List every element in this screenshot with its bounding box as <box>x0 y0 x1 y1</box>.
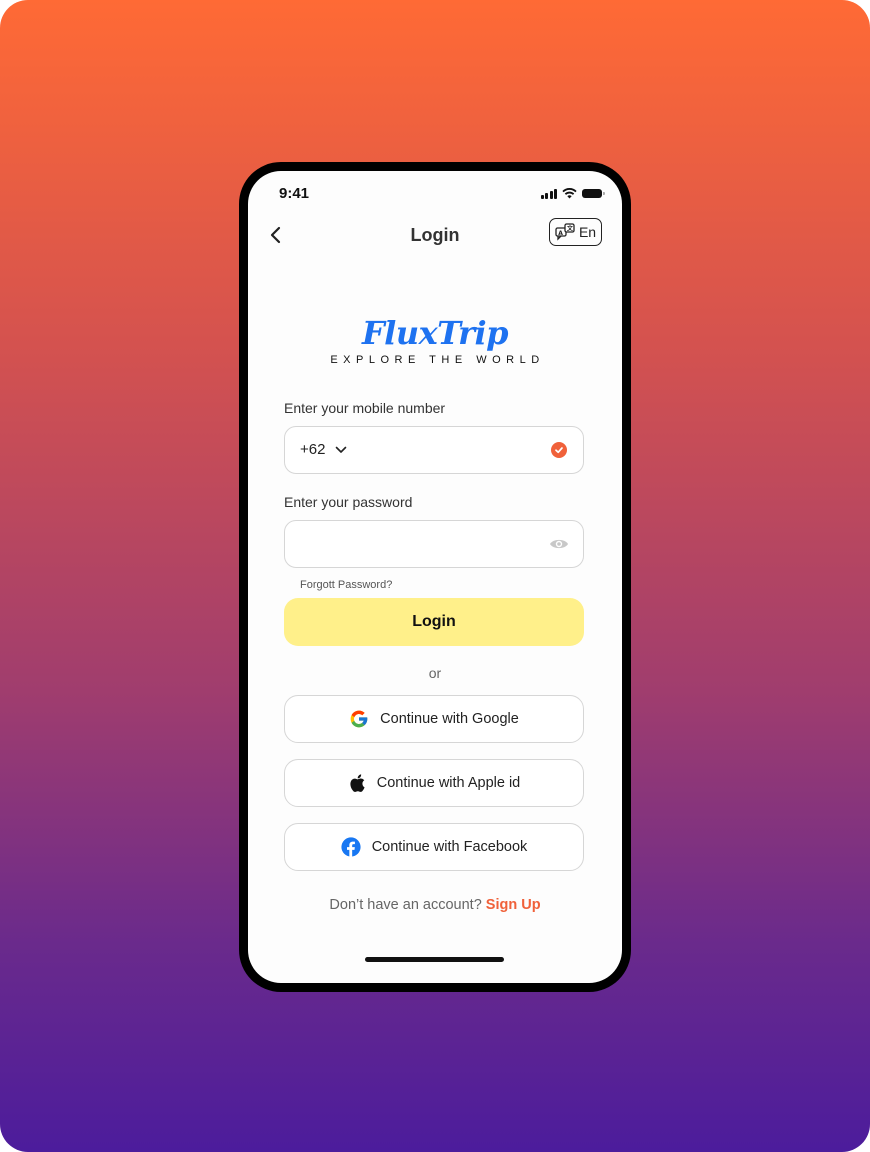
translate-icon: A 文 <box>555 223 575 241</box>
mobile-label: Enter your mobile number <box>284 400 446 416</box>
mobile-number-field[interactable]: +62 <box>284 426 584 474</box>
facebook-login-button[interactable]: Continue with Facebook <box>284 823 584 871</box>
verified-check-icon <box>551 442 567 458</box>
signal-icon <box>540 188 557 199</box>
google-icon <box>350 710 368 728</box>
country-code-select[interactable]: +62 <box>300 441 347 458</box>
brand-name: FluxTrip <box>361 314 509 352</box>
show-password-toggle[interactable] <box>549 536 569 557</box>
password-label: Enter your password <box>284 494 413 510</box>
google-login-button[interactable]: Continue with Google <box>284 695 584 743</box>
wifi-icon <box>562 188 577 199</box>
brand-logo: FluxTrip EXPLORE THE WORLD <box>248 314 622 366</box>
signup-prompt: Don’t have an account? Sign Up <box>248 897 622 913</box>
facebook-login-label: Continue with Facebook <box>371 839 528 855</box>
or-divider: or <box>428 665 442 681</box>
battery-icon <box>582 189 605 198</box>
facebook-icon <box>341 837 361 857</box>
language-button[interactable]: A 文 En <box>549 218 602 246</box>
brand-tagline: EXPLORE THE WORLD <box>330 354 545 366</box>
svg-text:文: 文 <box>566 225 574 233</box>
apple-login-label: Continue with Apple id <box>376 775 521 791</box>
signup-prompt-text: Don’t have an account? <box>329 897 482 913</box>
country-code: +62 <box>300 441 326 458</box>
apple-icon <box>350 774 365 792</box>
phone-frame: 9:41 Login A 文 En FluxTrip EXPLORE THE W… <box>239 162 631 992</box>
eye-icon <box>550 539 568 549</box>
status-icons <box>540 188 605 199</box>
sign-up-link[interactable]: Sign Up <box>486 897 541 913</box>
svg-text:A: A <box>558 230 563 237</box>
login-screen: 9:41 Login A 文 En FluxTrip EXPLORE THE W… <box>248 171 622 983</box>
language-label: En <box>578 224 597 240</box>
apple-login-button[interactable]: Continue with Apple id <box>284 759 584 807</box>
google-login-label: Continue with Google <box>380 711 519 727</box>
login-button[interactable]: Login <box>284 598 584 646</box>
password-field[interactable] <box>284 520 584 568</box>
home-indicator[interactable] <box>365 957 504 962</box>
background: 9:41 Login A 文 En FluxTrip EXPLORE THE W… <box>0 0 870 1152</box>
chevron-down-icon <box>336 446 347 453</box>
status-time: 9:41 <box>279 185 310 202</box>
forgot-password-link[interactable]: Forgott Password? <box>300 579 392 591</box>
